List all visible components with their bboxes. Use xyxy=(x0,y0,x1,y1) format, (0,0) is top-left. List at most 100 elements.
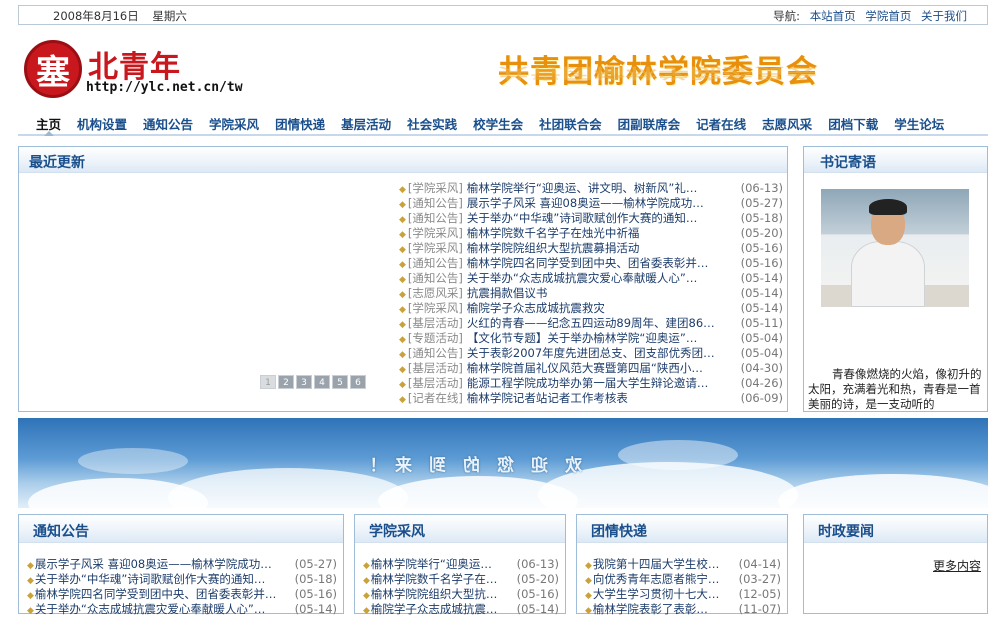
item-title-link[interactable]: 【文化节专题】关于举办榆林学院“迎奥运”… xyxy=(467,331,723,346)
item-title-link[interactable]: 榆院学子众志成城抗震… xyxy=(371,602,503,617)
item-title-link[interactable]: 向优秀青年志愿者熊宁… xyxy=(593,572,725,587)
item-title-link[interactable]: 关于举办“中华魂”诗词歌赋创作大赛的通知… xyxy=(467,211,723,226)
item-title-link[interactable]: 榆林学院四名同学受到团中央、团省委表彰并… xyxy=(467,256,723,271)
item-title-link[interactable]: 榆林学院举行“迎奥运… xyxy=(371,557,503,572)
nav-item-club-union[interactable]: 社团联合会 xyxy=(531,108,610,134)
list-item[interactable]: ◆榆院学子众志成城抗震… (05-14) xyxy=(363,602,559,617)
slide-page-button[interactable]: 1 xyxy=(260,375,276,389)
nav-item-volunteers[interactable]: 志愿风采 xyxy=(754,108,820,134)
item-category[interactable]: [学院采风] xyxy=(408,181,463,195)
slide-page-button[interactable]: 5 xyxy=(332,375,348,389)
list-item[interactable]: ◆ [通知公告] 关于表彰2007年度先进团总支、团支部优秀团… (05-04) xyxy=(399,346,783,361)
image-slideshow[interactable] xyxy=(29,181,389,403)
list-item[interactable]: ◆榆林学院数千名学子在… (05-20) xyxy=(363,572,559,587)
list-item[interactable]: ◆我院第十四届大学生校… (04-14) xyxy=(585,557,781,572)
item-category[interactable]: [专题活动] xyxy=(408,331,463,345)
item-date: (05-16) xyxy=(294,587,337,601)
nav-item-social-practice[interactable]: 社会实践 xyxy=(399,108,465,134)
slide-page-button[interactable]: 2 xyxy=(278,375,294,389)
item-category[interactable]: [学院采风] xyxy=(408,241,463,255)
bullet-icon: ◆ xyxy=(27,591,34,601)
item-category[interactable]: [志愿风采] xyxy=(408,286,463,300)
item-title-link[interactable]: 榆林学院四名同学受到团中央、团省委表彰并… xyxy=(35,587,283,602)
item-category[interactable]: [基层活动] xyxy=(408,316,463,330)
site-logo[interactable]: 塞 北青年 http://ylc.net.cn/tw xyxy=(24,40,243,102)
list-item[interactable]: ◆ [通知公告] 展示学子风采 喜迎08奥运——榆林学院成功… (05-27) xyxy=(399,196,783,211)
list-item[interactable]: ◆ [通知公告] 榆林学院四名同学受到团中央、团省委表彰并… (05-16) xyxy=(399,256,783,271)
list-item[interactable]: ◆ [学院采风] 榆林学院数千名学子在烛光中祈福 (05-20) xyxy=(399,226,783,241)
list-item[interactable]: ◆榆林学院院组织大型抗… (05-16) xyxy=(363,587,559,602)
list-item[interactable]: ◆ [基层活动] 能源工程学院成功举办第一届大学生辩论邀请… (04-26) xyxy=(399,376,783,391)
list-item[interactable]: ◆ [通知公告] 关于举办“众志成城抗震灾爱心奉献暖人心”… (05-14) xyxy=(399,271,783,286)
item-title-link[interactable]: 展示学子风采 喜迎08奥运——榆林学院成功… xyxy=(35,557,283,572)
item-category[interactable]: [通知公告] xyxy=(408,196,463,210)
more-link[interactable]: 更多内容 xyxy=(933,557,981,574)
item-category[interactable]: [通知公告] xyxy=(408,256,463,270)
item-title-link[interactable]: 榆林学院表彰了表彰… xyxy=(593,602,725,617)
list-item[interactable]: ◆展示学子风采 喜迎08奥运——榆林学院成功… (05-27) xyxy=(27,557,337,572)
list-item[interactable]: ◆ [学院采风] 榆林学院院组织大型抗震募捐活动 (05-16) xyxy=(399,241,783,256)
list-item[interactable]: ◆向优秀青年志愿者熊宁… (03-27) xyxy=(585,572,781,587)
nav-item-downloads[interactable]: 团档下载 xyxy=(820,108,886,134)
home-link[interactable]: 本站首页 xyxy=(810,9,856,23)
about-link[interactable]: 关于我们 xyxy=(921,9,967,23)
list-item[interactable]: ◆关于举办“中华魂”诗词歌赋创作大赛的通知… (05-18) xyxy=(27,572,337,587)
item-title-link[interactable]: 关于举办“众志成城抗震灾爱心奉献暖人心”… xyxy=(467,271,723,286)
nav-item-home[interactable]: 主页 xyxy=(28,108,69,136)
item-category[interactable]: [学院采风] xyxy=(408,226,463,240)
nav-item-reporters[interactable]: 记者在线 xyxy=(688,108,754,134)
list-item[interactable]: ◆ [基层活动] 榆林学院首届礼仪风范大赛暨第四届“陕西小… (04-30) xyxy=(399,361,783,376)
slide-page-button[interactable]: 4 xyxy=(314,375,330,389)
nav-item-forum[interactable]: 学生论坛 xyxy=(886,108,952,134)
nav-item-grassroots[interactable]: 基层活动 xyxy=(333,108,399,134)
list-item[interactable]: ◆ [通知公告] 关于举办“中华魂”诗词歌赋创作大赛的通知… (05-18) xyxy=(399,211,783,226)
item-title-link[interactable]: 关于举办“众志成城抗震灾爱心奉献暖人心”… xyxy=(35,602,283,617)
list-item[interactable]: ◆大学生学习贯彻十七大… (12-05) xyxy=(585,587,781,602)
item-title-link[interactable]: 榆林学院院组织大型抗… xyxy=(371,587,503,602)
item-title-link[interactable]: 榆林学院首届礼仪风范大赛暨第四届“陕西小… xyxy=(467,361,723,376)
list-item[interactable]: ◆ [学院采风] 榆林学院举行“迎奥运、讲文明、树新风”礼… (06-13) xyxy=(399,181,783,196)
nav-item-organization[interactable]: 机构设置 xyxy=(69,108,135,134)
item-category[interactable]: [基层活动] xyxy=(408,376,463,390)
item-title-link[interactable]: 榆院学子众志成城抗震救灾 xyxy=(467,301,723,316)
list-item[interactable]: ◆关于举办“众志成城抗震灾爱心奉献暖人心”… (05-14) xyxy=(27,602,337,617)
item-category[interactable]: [基层活动] xyxy=(408,361,463,375)
item-title-link[interactable]: 展示学子风采 喜迎08奥运——榆林学院成功… xyxy=(467,196,723,211)
item-title-link[interactable]: 榆林学院院组织大型抗震募捐活动 xyxy=(467,241,723,256)
list-item[interactable]: ◆ [记者在线] 榆林学院记者站记者工作考核表 (06-09) xyxy=(399,391,783,406)
item-title-link[interactable]: 抗震捐款倡议书 xyxy=(467,286,723,301)
bullet-icon: ◆ xyxy=(399,380,406,390)
nav-item-notices[interactable]: 通知公告 xyxy=(135,108,201,134)
item-category[interactable]: [通知公告] xyxy=(408,211,463,225)
panel-title: 团情快递 xyxy=(591,524,647,540)
item-title-link[interactable]: 榆林学院数千名学子在烛光中祈福 xyxy=(467,226,723,241)
item-category[interactable]: [学院采风] xyxy=(408,301,463,315)
item-title-link[interactable]: 榆林学院数千名学子在… xyxy=(371,572,503,587)
item-title-link[interactable]: 火红的青春——纪念五四运动89周年、建团86… xyxy=(467,316,723,331)
list-item[interactable]: ◆ [志愿风采] 抗震捐款倡议书 (05-14) xyxy=(399,286,783,301)
slide-page-button[interactable]: 6 xyxy=(350,375,366,389)
slide-page-button[interactable]: 3 xyxy=(296,375,312,389)
item-category[interactable]: [通知公告] xyxy=(408,346,463,360)
list-item[interactable]: ◆榆林学院表彰了表彰… (11-07) xyxy=(585,602,781,617)
item-title-link[interactable]: 我院第十四届大学生校… xyxy=(593,557,725,572)
item-title-link[interactable]: 关于举办“中华魂”诗词歌赋创作大赛的通知… xyxy=(35,572,283,587)
nav-item-joint-meeting[interactable]: 团副联席会 xyxy=(610,108,689,134)
item-title-link[interactable]: 大学生学习贯彻十七大… xyxy=(593,587,725,602)
list-item[interactable]: ◆ [学院采风] 榆院学子众志成城抗震救灾 (05-14) xyxy=(399,301,783,316)
nav-item-student-union[interactable]: 校学生会 xyxy=(465,108,531,134)
list-item[interactable]: ◆榆林学院四名同学受到团中央、团省委表彰并… (05-16) xyxy=(27,587,337,602)
list-item[interactable]: ◆ [专题活动] 【文化节专题】关于举办榆林学院“迎奥运”… (05-04) xyxy=(399,331,783,346)
college-home-link[interactable]: 学院首页 xyxy=(865,9,911,23)
item-title-link[interactable]: 榆林学院举行“迎奥运、讲文明、树新风”礼… xyxy=(467,181,723,196)
item-date: (05-16) xyxy=(516,587,559,601)
item-title-link[interactable]: 能源工程学院成功举办第一届大学生辩论邀请… xyxy=(467,376,723,391)
list-item[interactable]: ◆榆林学院举行“迎奥运… (06-13) xyxy=(363,557,559,572)
item-title-link[interactable]: 榆林学院记者站记者工作考核表 xyxy=(467,391,723,406)
nav-item-league-express[interactable]: 团情快递 xyxy=(267,108,333,134)
nav-item-college-news[interactable]: 学院采风 xyxy=(201,108,267,134)
list-item[interactable]: ◆ [基层活动] 火红的青春——纪念五四运动89周年、建团86… (05-11) xyxy=(399,316,783,331)
item-category[interactable]: [记者在线] xyxy=(408,391,463,405)
item-category[interactable]: [通知公告] xyxy=(408,271,463,285)
item-title-link[interactable]: 关于表彰2007年度先进团总支、团支部优秀团… xyxy=(467,346,723,361)
